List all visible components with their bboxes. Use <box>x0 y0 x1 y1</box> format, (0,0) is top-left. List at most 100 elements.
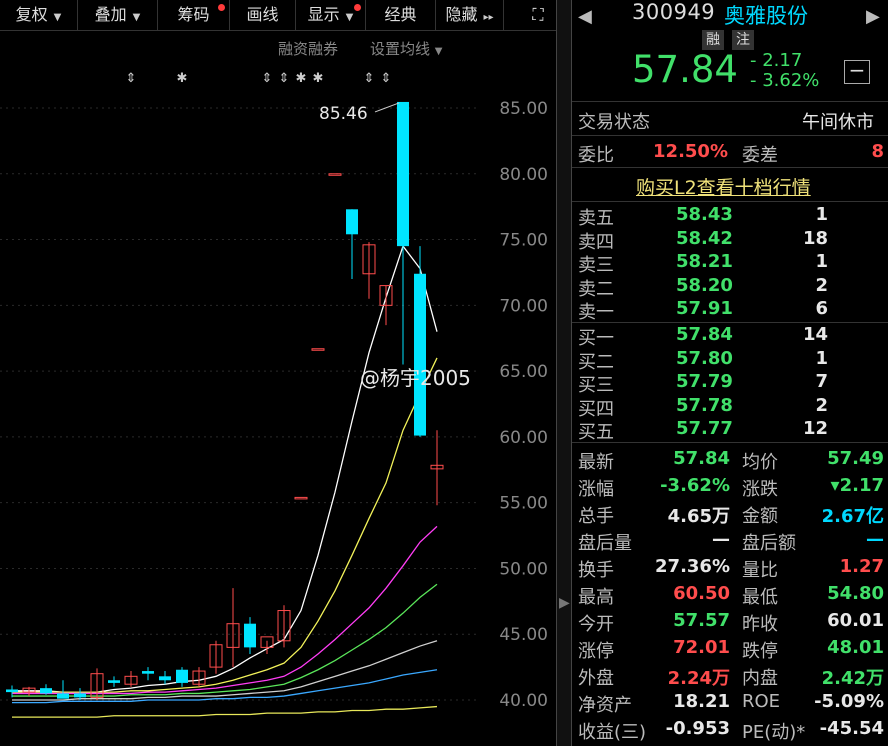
y-tick-label: 55.00 <box>499 494 548 514</box>
trade-status-label: 交易状态 <box>578 112 650 133</box>
margin-trading-link[interactable]: 融资融券 <box>278 38 338 59</box>
toolbar-item-1[interactable]: 叠加 ▼ <box>78 0 158 30</box>
stat-label: 跌停 <box>742 641 778 662</box>
event-marker-icon: ✱ <box>177 71 188 86</box>
stat-value: 48.01 <box>827 637 884 658</box>
chart-toolbar: 复权 ▼ 叠加 ▼ 筹码 画线 显示 ▼ 经典 隐藏 ▸▸ ⛶ <box>0 0 556 31</box>
kline-chart[interactable]: 85.00 80.00 75.00 70.00 65.00 60.00 55.00 50.00… <box>0 62 556 746</box>
ask-price: 58.20 <box>676 274 733 296</box>
margin-tag: 融 <box>702 30 724 50</box>
toolbar-item-0[interactable]: 复权 ▼ <box>0 0 78 30</box>
bid-level-label: 买二 <box>578 351 614 373</box>
bid-level-label: 买五 <box>578 422 614 444</box>
stock-code: 300949 <box>632 0 716 24</box>
event-marker-icon: ⇕ <box>279 71 290 86</box>
event-marker-icon: ⇕ <box>126 71 137 86</box>
ask-row[interactable]: 卖三 58.21 1 <box>572 251 888 277</box>
watermark-text: @杨宇2005 <box>360 366 471 390</box>
event-marker-icon: ✱ <box>296 71 307 86</box>
buy-l2-link[interactable]: 购买L2查看十档行情 <box>636 173 811 200</box>
next-stock-icon[interactable]: ▶ <box>866 6 880 27</box>
stat-value: -3.62% <box>660 475 730 496</box>
ask-row[interactable]: 卖五 58.43 1 <box>572 204 888 229</box>
stat-label: 净资产 <box>578 695 632 716</box>
bid-qty: 12 <box>802 418 828 440</box>
ask-level-label: 卖五 <box>578 208 614 229</box>
stat-label: 均价 <box>742 452 778 473</box>
toolbar-item-label: 经典 <box>384 5 417 24</box>
notification-dot-icon <box>354 4 361 11</box>
stat-value: 2.42万 <box>821 668 884 689</box>
stat-value: 72.01 <box>673 637 730 658</box>
fullscreen-icon[interactable]: ⛶ <box>520 0 556 30</box>
divider <box>572 322 888 323</box>
candle-body <box>328 173 342 176</box>
ask-row[interactable]: 卖四 58.42 18 <box>572 227 888 253</box>
ask-qty: 6 <box>815 298 828 320</box>
candle-body <box>311 348 325 351</box>
bid-row[interactable]: 买五 57.77 12 <box>572 418 888 444</box>
ask-qty: 2 <box>815 274 828 296</box>
ask-row[interactable]: 卖一 57.91 6 <box>572 298 888 323</box>
divider <box>572 101 888 102</box>
candle-body <box>159 676 171 681</box>
ask-row[interactable]: 卖二 58.20 2 <box>572 274 888 300</box>
stat-value: -0.953 <box>665 718 730 739</box>
stat-label: 内盘 <box>742 668 778 689</box>
collapse-arrow-icon[interactable]: ▶ <box>559 595 570 611</box>
last-price: 57.84 <box>632 48 738 91</box>
event-marker-icon: ⇕ <box>364 71 375 86</box>
y-tick-label: 40.00 <box>499 691 548 711</box>
notification-dot-icon <box>218 4 225 11</box>
stat-value: 2.24万 <box>667 668 730 689</box>
set-ma-label: 设置均线 <box>370 40 431 58</box>
bid-price: 57.84 <box>676 324 733 345</box>
stat-label: 今开 <box>578 614 614 635</box>
set-ma-link[interactable]: 设置均线 ▼ <box>370 38 443 59</box>
ask-level-label: 卖三 <box>578 255 614 277</box>
ask-price: 58.21 <box>676 251 733 273</box>
prev-stock-icon[interactable]: ◀ <box>578 6 592 27</box>
stat-value: — <box>866 529 884 550</box>
candle-body <box>244 623 256 648</box>
ask-qty: 18 <box>802 227 828 249</box>
panel-divider[interactable] <box>556 0 572 746</box>
weibi-value: 12.50% <box>653 141 728 162</box>
event-marker-icon: ⇕ <box>262 71 273 86</box>
event-marker-icon: ⇕ <box>381 71 392 86</box>
toolbar-item-4[interactable]: 显示 ▼ <box>296 0 366 30</box>
candle-body <box>346 209 358 235</box>
toolbar-item-3[interactable]: 画线 <box>230 0 296 30</box>
quote-panel: ◀ ▶ 300949 奥雅股份 融 注 57.84 - 2.17 - 3.62%… <box>572 0 888 746</box>
ma-line-2 <box>12 525 438 695</box>
candle-body <box>40 688 52 694</box>
toolbar-item-5[interactable]: 经典 <box>366 0 436 30</box>
price-change-block: - 2.17 - 3.62% <box>750 51 819 91</box>
stat-label: 最高 <box>578 587 614 608</box>
candle-body <box>414 273 426 436</box>
stat-value: -5.09% <box>814 691 884 712</box>
toolbar-item-6[interactable]: 隐藏 ▸▸ <box>436 0 504 30</box>
y-tick-label: 65.00 <box>499 362 548 382</box>
stat-label: 涨停 <box>578 641 614 662</box>
bid-row[interactable]: 买三 57.79 7 <box>572 371 888 397</box>
toolbar-item-2[interactable]: 筹码 <box>158 0 230 30</box>
stat-label: 涨跌 <box>742 479 778 500</box>
bid-row[interactable]: 买二 57.80 1 <box>572 348 888 373</box>
bid-row[interactable]: 买四 57.78 2 <box>572 395 888 420</box>
toolbar-item-label: 筹码 <box>177 5 210 24</box>
max-price-label: 85.46 <box>319 104 368 124</box>
watermark: @杨宇2005 <box>360 362 471 391</box>
stat-value: 60.01 <box>827 610 884 631</box>
y-tick-label: 85.00 <box>499 99 548 119</box>
bid-level-label: 买三 <box>578 375 614 397</box>
stat-value: 1.27 <box>839 556 884 577</box>
ask-level-label: 卖二 <box>578 278 614 300</box>
stat-value: 57.57 <box>673 610 730 631</box>
kline-chart-area[interactable]: 85.00 80.00 75.00 70.00 65.00 60.00 55.00 50.00… <box>0 62 556 746</box>
bid-row[interactable]: 买一 57.84 14 <box>572 324 888 349</box>
note-tag[interactable]: 注 <box>732 30 754 50</box>
stat-label: 最低 <box>742 587 778 608</box>
stock-name[interactable]: 奥雅股份 <box>724 0 808 30</box>
collapse-button[interactable]: − <box>844 60 870 84</box>
